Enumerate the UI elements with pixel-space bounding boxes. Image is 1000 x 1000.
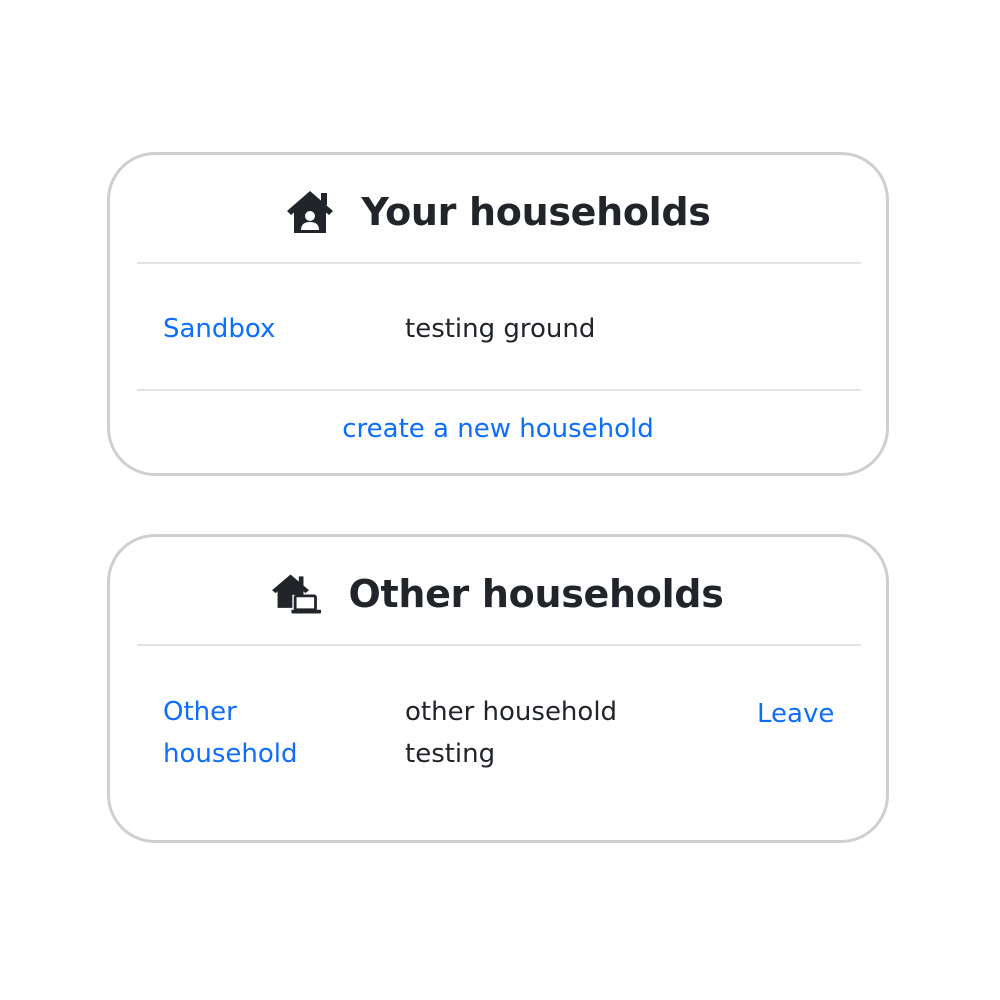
divider [137,389,861,391]
other-households-header: Other households [110,569,886,619]
other-households-card: Other households Other household other h… [107,534,889,843]
your-households-header: Your households [110,187,886,237]
house-user-icon [285,189,335,235]
house-laptop-icon [272,571,322,617]
divider [137,644,861,646]
household-link-sandbox[interactable]: Sandbox [163,308,363,350]
household-description: other household testing [405,697,618,769]
your-households-card: Your households Sandbox testing ground c… [107,152,889,476]
create-household-link[interactable]: create a new household [110,408,886,450]
page-title: Your households [361,190,711,234]
leave-household-link[interactable]: Leave [757,693,857,735]
household-description: testing ground [405,314,596,344]
section-title: Other households [348,572,724,616]
household-link-other[interactable]: Other household [163,691,333,775]
divider [137,262,861,264]
